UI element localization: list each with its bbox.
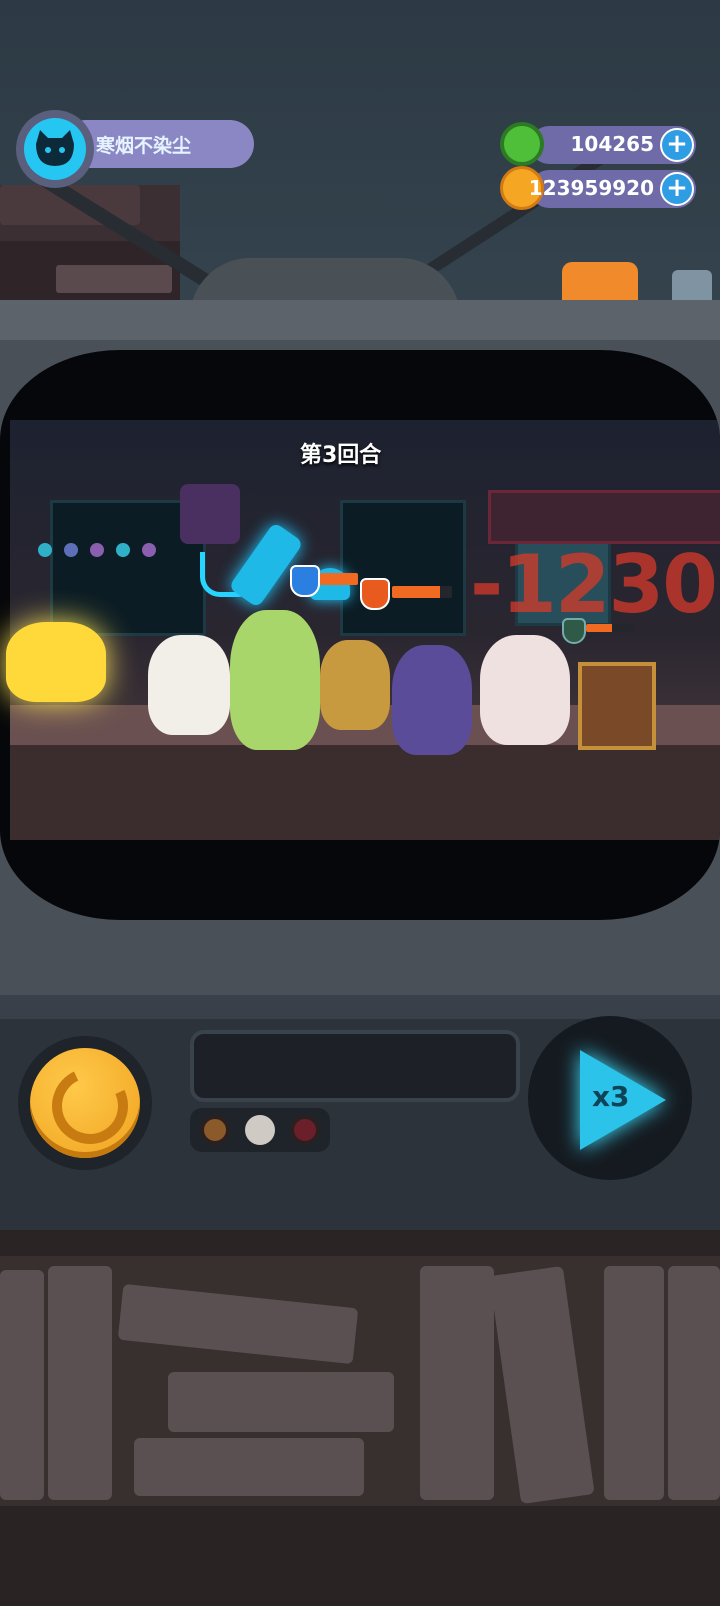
king-character[interactable] xyxy=(148,635,230,735)
round-label: 第3回合 xyxy=(300,443,382,468)
lower-shelf xyxy=(0,1506,720,1606)
card-slot xyxy=(190,1030,520,1102)
shelf-ledge xyxy=(0,1230,720,1256)
indicator-orange xyxy=(200,1115,230,1145)
book xyxy=(668,1266,720,1500)
donut-value: 104265 xyxy=(570,132,655,156)
book xyxy=(134,1438,364,1496)
add-donut-button[interactable]: + xyxy=(660,128,694,162)
yellow-ghost-character[interactable] xyxy=(6,622,106,702)
book xyxy=(168,1372,394,1432)
orange-shield-icon xyxy=(360,578,390,610)
player-name: 寒烟不染尘 xyxy=(96,135,192,157)
poster xyxy=(180,484,240,544)
battle-screen: 第3回合 -1230 xyxy=(0,350,720,920)
neon-lights xyxy=(38,542,168,561)
red-neon-sign xyxy=(488,490,720,544)
planet-currency: 123959920 + xyxy=(500,166,696,210)
book xyxy=(48,1266,112,1500)
green-shield-icon xyxy=(562,618,586,644)
portrait-character[interactable] xyxy=(578,662,656,750)
sheep-girl-character[interactable] xyxy=(480,635,570,745)
green-donut-icon xyxy=(500,122,544,166)
add-planet-button[interactable]: + xyxy=(660,172,694,206)
cat-icon[interactable] xyxy=(24,118,86,180)
blue-shield-icon xyxy=(290,565,320,597)
damage-number: -1230 xyxy=(470,538,718,631)
indicator-red xyxy=(290,1115,320,1145)
indicator-tray xyxy=(190,1108,330,1152)
donut-currency: 104265 + xyxy=(500,122,696,166)
book xyxy=(0,1270,44,1500)
tree-character[interactable] xyxy=(230,610,320,750)
dark-witch-character[interactable] xyxy=(392,645,472,755)
bear-character[interactable] xyxy=(320,640,390,730)
indicator-white xyxy=(245,1115,275,1145)
book xyxy=(420,1266,494,1500)
tv-top-edge xyxy=(0,300,720,340)
planet-value: 123959920 xyxy=(528,176,654,200)
speed-button-label[interactable]: x3 xyxy=(592,1080,630,1113)
book xyxy=(604,1266,664,1500)
